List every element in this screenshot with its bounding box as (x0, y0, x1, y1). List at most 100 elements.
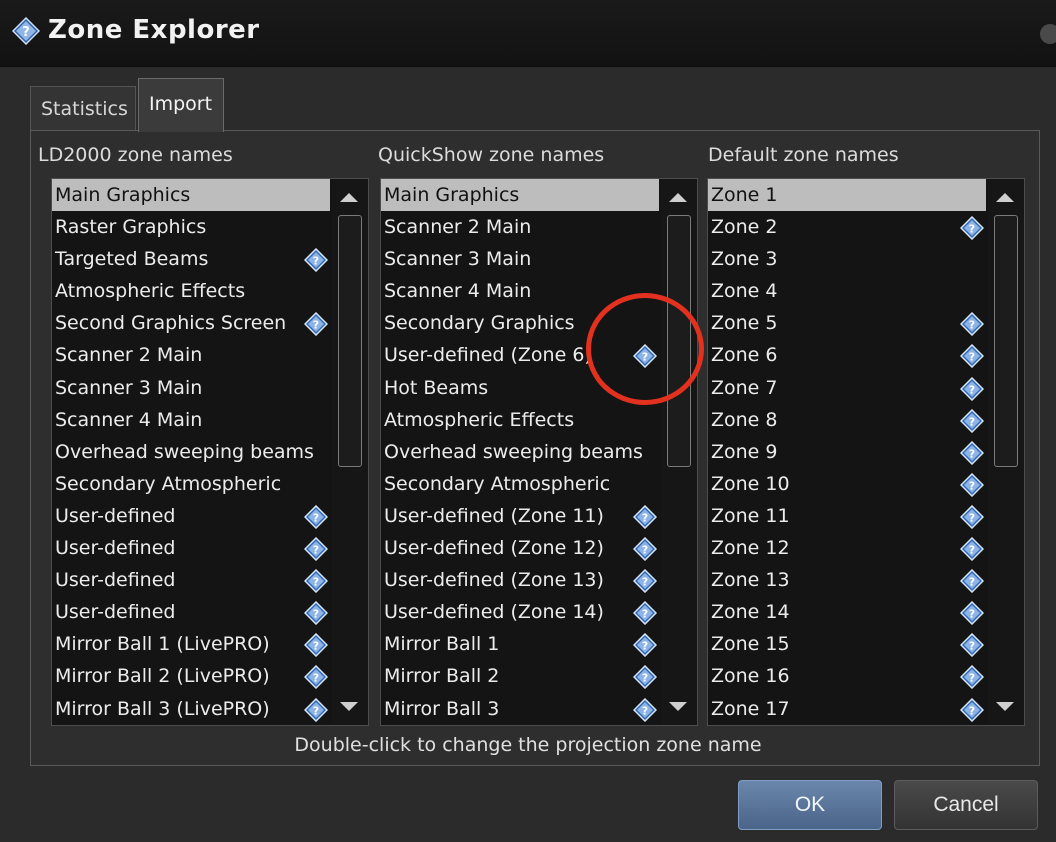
help-diamond-icon[interactable]: ? (959, 601, 985, 626)
list-item[interactable]: Scanner 3 Main (381, 243, 697, 275)
help-diamond-icon[interactable]: ? (959, 665, 985, 690)
list-item[interactable]: Raster Graphics (52, 211, 368, 243)
scroll-thumb[interactable] (994, 215, 1018, 467)
help-diamond-icon[interactable]: ? (303, 248, 329, 273)
list-item[interactable]: User-defined (Zone 13)? (381, 564, 697, 596)
scroll-up-arrow-icon[interactable] (340, 193, 358, 202)
help-diamond-icon[interactable]: ? (959, 633, 985, 658)
list-item[interactable]: Atmospheric Effects (52, 275, 368, 307)
list-item[interactable]: Scanner 4 Main (381, 275, 697, 307)
help-diamond-icon[interactable]: ? (959, 312, 985, 337)
help-diamond-icon[interactable]: ? (303, 601, 329, 626)
help-diamond-icon[interactable]: ? (959, 504, 985, 529)
cancel-button[interactable]: Cancel (894, 780, 1038, 830)
list-item[interactable]: Main Graphics (381, 179, 659, 212)
list-item[interactable]: Mirror Ball 1? (381, 628, 697, 660)
list-item[interactable]: Zone 15? (708, 628, 1024, 660)
list-item[interactable]: Scanner 4 Main (52, 404, 368, 436)
list-item[interactable]: Hot Beams (381, 372, 697, 404)
scroll-down-arrow-icon[interactable] (340, 702, 358, 711)
list-item[interactable]: Scanner 2 Main (381, 211, 697, 243)
list-item[interactable]: Zone 16? (708, 660, 1024, 692)
help-diamond-icon[interactable]: ? (959, 344, 985, 369)
list-item[interactable]: Secondary Graphics (381, 307, 697, 339)
list-item[interactable]: Second Graphics Screen? (52, 307, 368, 339)
help-diamond-icon[interactable]: ? (303, 536, 329, 562)
list-item[interactable]: Zone 12? (708, 532, 1024, 564)
help-diamond-icon[interactable]: ? (303, 633, 329, 658)
list-item[interactable]: Zone 3 (708, 243, 1024, 275)
list-item[interactable]: User-defined (Zone 12)? (381, 532, 697, 564)
scrollbar[interactable] (988, 179, 1024, 725)
list-item[interactable]: Zone 2? (708, 211, 1024, 243)
list-item[interactable]: Zone 10? (708, 468, 1024, 500)
ok-button[interactable]: OK (738, 780, 882, 830)
help-diamond-icon[interactable]: ? (959, 569, 985, 594)
list-item[interactable]: Zone 17? (708, 693, 1024, 725)
list-item[interactable]: Zone 14? (708, 596, 1024, 628)
help-diamond-icon[interactable]: ? (632, 344, 658, 369)
list-item[interactable]: Overhead sweeping beams (52, 436, 368, 468)
help-diamond-icon[interactable]: ? (632, 665, 658, 690)
help-diamond-icon[interactable]: ? (959, 216, 985, 241)
list-item[interactable]: Zone 4 (708, 275, 1024, 307)
help-diamond-icon[interactable]: ? (959, 472, 985, 497)
list-item[interactable]: User-defined? (52, 596, 368, 628)
list-item[interactable]: Overhead sweeping beams (381, 436, 697, 468)
scrollbar[interactable] (661, 179, 697, 725)
list-item[interactable]: Zone 8? (708, 404, 1024, 436)
scrollbar[interactable] (332, 179, 368, 725)
help-diamond-icon[interactable]: ? (303, 665, 329, 690)
help-diamond-icon[interactable]: ? (303, 569, 329, 594)
list-item[interactable]: User-defined? (52, 532, 368, 564)
list-item[interactable]: Mirror Ball 2? (381, 660, 697, 692)
help-diamond-icon[interactable]: ? (959, 697, 985, 722)
tab-import[interactable]: Import (138, 78, 224, 132)
list-item[interactable]: Secondary Atmospheric (381, 468, 697, 500)
list-item[interactable]: Zone 11? (708, 500, 1024, 532)
list-item[interactable]: Mirror Ball 3? (381, 693, 697, 725)
list-item[interactable]: Targeted Beams? (52, 243, 368, 275)
list-item[interactable]: Mirror Ball 3 (LivePRO)? (52, 693, 368, 725)
default-zone-list[interactable]: Zone 1 Zone 2? Zone 3 Zone 4 Zone 5? Zone 6? Z… (707, 178, 1025, 726)
list-item[interactable]: Zone 6? (708, 339, 1024, 371)
help-diamond-icon[interactable]: ? (303, 504, 329, 529)
list-item[interactable]: Mirror Ball 1 (LivePRO)? (52, 628, 368, 660)
list-item[interactable]: Zone 9? (708, 436, 1024, 468)
list-item[interactable]: User-defined? (52, 500, 368, 532)
tab-statistics[interactable]: Statistics (30, 86, 136, 130)
help-diamond-icon[interactable]: ? (959, 440, 985, 465)
quickshow-zone-list[interactable]: Main Graphics Scanner 2 Main Scanner 3 Mai… (380, 178, 698, 726)
help-diamond-icon[interactable]: ? (632, 569, 658, 594)
list-item[interactable]: Main Graphics (52, 179, 330, 212)
scroll-up-arrow-icon[interactable] (669, 193, 687, 202)
list-item[interactable]: User-defined (Zone 11)? (381, 500, 697, 532)
help-diamond-icon[interactable]: ? (959, 376, 985, 401)
list-item[interactable]: Scanner 3 Main (52, 372, 368, 404)
list-item[interactable]: Zone 13? (708, 564, 1024, 596)
list-item[interactable]: Mirror Ball 2 (LivePRO)? (52, 660, 368, 692)
help-diamond-icon[interactable]: ? (632, 633, 658, 658)
help-diamond-icon[interactable]: ? (303, 312, 329, 337)
help-diamond-icon[interactable]: ? (632, 504, 658, 529)
help-diamond-icon[interactable]: ? (303, 697, 329, 722)
scroll-thumb[interactable] (667, 215, 691, 467)
ld2000-zone-list[interactable]: Main Graphics Raster Graphics Targeted Bea… (51, 178, 369, 726)
help-diamond-icon[interactable]: ? (959, 536, 985, 562)
help-diamond-icon[interactable]: ? (959, 408, 985, 433)
scroll-up-arrow-icon[interactable] (996, 193, 1014, 202)
scroll-down-arrow-icon[interactable] (996, 702, 1014, 711)
title-bar[interactable]: ? Zone Explorer (0, 0, 1056, 67)
help-diamond-icon[interactable]: ? (632, 697, 658, 722)
list-item[interactable]: Atmospheric Effects (381, 404, 697, 436)
list-item[interactable]: Zone 7? (708, 372, 1024, 404)
window-control-button[interactable] (1040, 24, 1056, 44)
help-diamond-icon[interactable]: ? (632, 601, 658, 626)
help-diamond-icon[interactable]: ? (632, 536, 658, 562)
scroll-thumb[interactable] (338, 215, 362, 467)
list-item[interactable]: Scanner 2 Main (52, 339, 368, 371)
list-item[interactable]: Secondary Atmospheric (52, 468, 368, 500)
list-item[interactable]: User-defined (Zone 14)? (381, 596, 697, 628)
list-item[interactable]: User-defined (Zone 6)? (381, 339, 697, 371)
scroll-down-arrow-icon[interactable] (669, 702, 687, 711)
